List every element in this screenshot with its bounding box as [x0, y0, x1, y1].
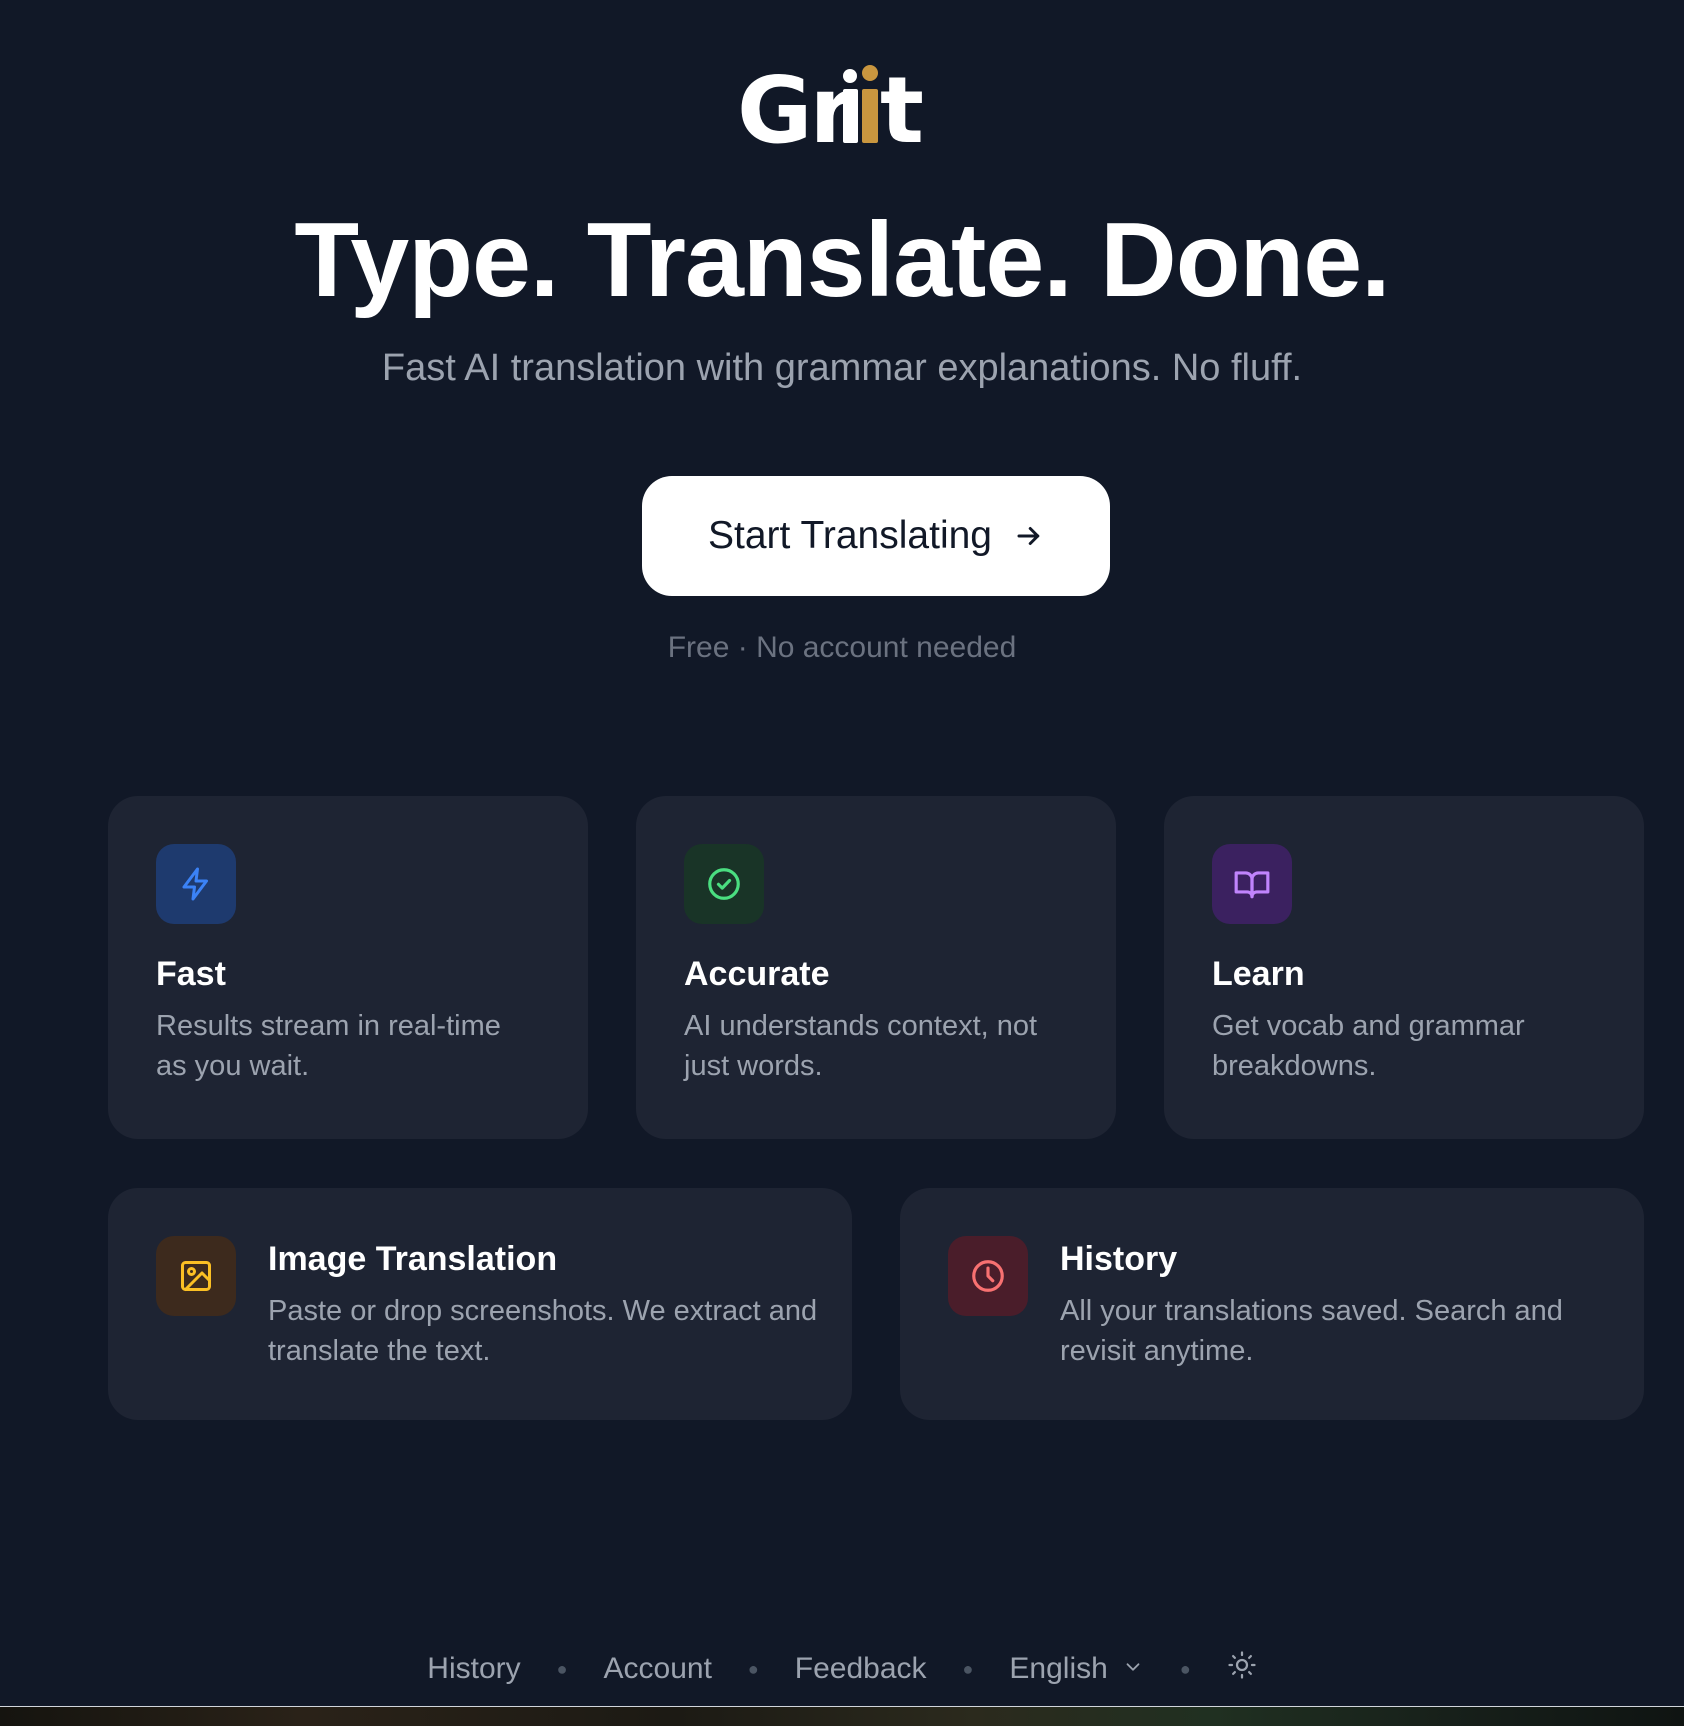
feature-card-image-translation: Image Translation Paste or drop screensh…	[108, 1188, 852, 1420]
feature-description: AI understands context, not just words.	[684, 1010, 1038, 1082]
svg-text:t: t	[880, 62, 924, 152]
feature-title: Fast	[156, 955, 226, 993]
arrow-right-icon	[1014, 521, 1044, 551]
theme-toggle-button[interactable]	[1227, 1650, 1257, 1688]
footer-link-feedback[interactable]: Feedback	[795, 1652, 927, 1686]
start-translating-label: Start Translating	[708, 514, 992, 557]
language-selector[interactable]: English	[1009, 1652, 1143, 1686]
separator: ●	[1179, 1658, 1191, 1679]
landing-page: Gr t Type. Translate. Done. Fast AI tran…	[0, 0, 1684, 1726]
footer-nav: History ● Account ● Feedback ● English ●	[0, 1650, 1684, 1688]
footer-link-account[interactable]: Account	[604, 1652, 712, 1686]
hero-headline: Type. Translate. Done.	[294, 201, 1390, 319]
feature-card-fast: Fast Results stream in real-time as you …	[108, 796, 588, 1139]
feature-description: Paste or drop screenshots. We extract an…	[268, 1295, 818, 1367]
check-circle-icon	[684, 844, 764, 924]
feature-title: Learn	[1212, 955, 1305, 993]
feature-card-history: History All your translations saved. Sea…	[900, 1188, 1644, 1420]
footer-link-history[interactable]: History	[427, 1652, 520, 1686]
feature-title: Image Translation	[268, 1240, 558, 1278]
book-icon	[1212, 844, 1292, 924]
feature-description: All your translations saved. Search and …	[1060, 1295, 1563, 1367]
clock-icon	[948, 1236, 1028, 1316]
free-note: Free · No account needed	[667, 631, 1017, 664]
feature-title: History	[1060, 1240, 1178, 1278]
feature-title: Accurate	[684, 955, 830, 993]
feature-card-learn: Learn Get vocab and grammar breakdowns.	[1164, 796, 1644, 1139]
separator: ●	[556, 1658, 568, 1679]
sun-icon	[1227, 1650, 1257, 1688]
start-translating-button[interactable]: Start Translating	[642, 476, 1110, 596]
svg-text:Gr: Gr	[737, 62, 856, 152]
separator: ●	[747, 1658, 759, 1679]
logo: Gr t	[0, 62, 1684, 152]
separator: ●	[962, 1658, 974, 1679]
hero-subheadline: Fast AI translation with grammar explana…	[381, 347, 1303, 389]
image-icon	[156, 1236, 236, 1316]
chevron-down-icon	[1122, 1652, 1144, 1686]
feature-card-accurate: Accurate AI understands context, not jus…	[636, 796, 1116, 1139]
griit-logo: Gr t	[737, 62, 924, 152]
bottom-edge	[0, 1706, 1684, 1726]
feature-description: Get vocab and grammar breakdowns.	[1212, 1010, 1525, 1082]
feature-description: Results stream in real-time as you wait.	[156, 1010, 501, 1082]
language-label: English	[1009, 1652, 1108, 1685]
lightning-icon	[156, 844, 236, 924]
